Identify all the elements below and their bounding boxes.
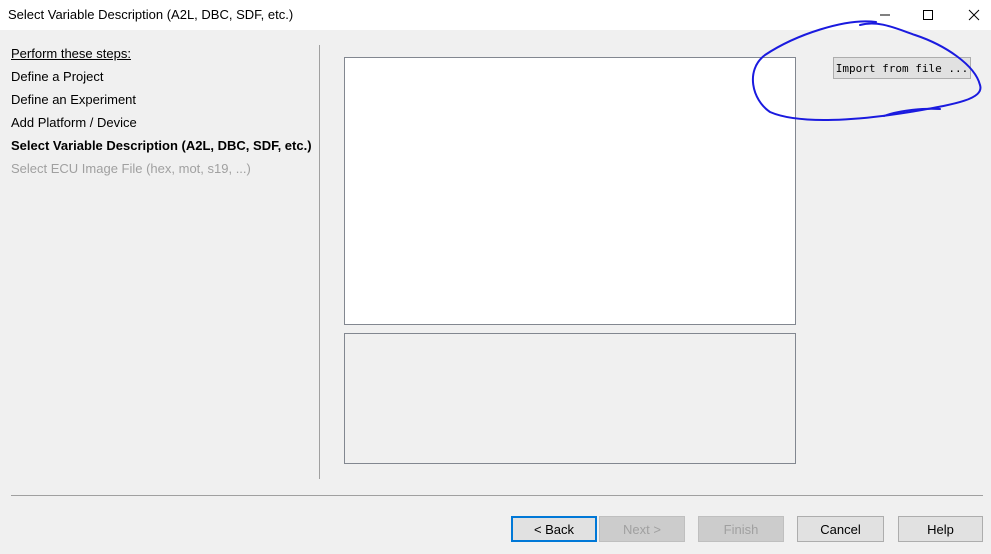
finish-button[interactable]: Finish — [698, 516, 784, 542]
maximize-icon — [923, 10, 933, 20]
back-button[interactable]: < Back — [511, 516, 597, 542]
step-define-experiment: Define an Experiment — [11, 92, 137, 107]
help-button[interactable]: Help — [898, 516, 983, 542]
title-bar: Select Variable Description (A2L, DBC, S… — [0, 0, 991, 30]
window-title: Select Variable Description (A2L, DBC, S… — [8, 7, 294, 22]
steps-panel: Perform these steps: Define a Project De… — [11, 46, 312, 184]
maximize-button[interactable] — [905, 0, 951, 30]
next-button[interactable]: Next > — [599, 516, 685, 542]
minimize-button[interactable] — [862, 0, 908, 30]
steps-header: Perform these steps: — [11, 46, 131, 61]
description-details-panel — [344, 333, 796, 464]
minimize-icon — [880, 14, 890, 16]
close-icon — [968, 9, 980, 21]
horizontal-divider — [11, 495, 983, 496]
step-select-ecu-image: Select ECU Image File (hex, mot, s19, ..… — [11, 161, 251, 176]
vertical-divider — [319, 45, 320, 479]
close-button[interactable] — [951, 0, 991, 30]
step-define-project: Define a Project — [11, 69, 104, 84]
variable-description-list[interactable] — [344, 57, 796, 325]
cancel-button[interactable]: Cancel — [797, 516, 884, 542]
step-add-platform: Add Platform / Device — [11, 115, 137, 130]
step-select-variable-description: Select Variable Description (A2L, DBC, S… — [11, 138, 312, 153]
import-from-file-button[interactable]: Import from file ... — [833, 57, 971, 79]
